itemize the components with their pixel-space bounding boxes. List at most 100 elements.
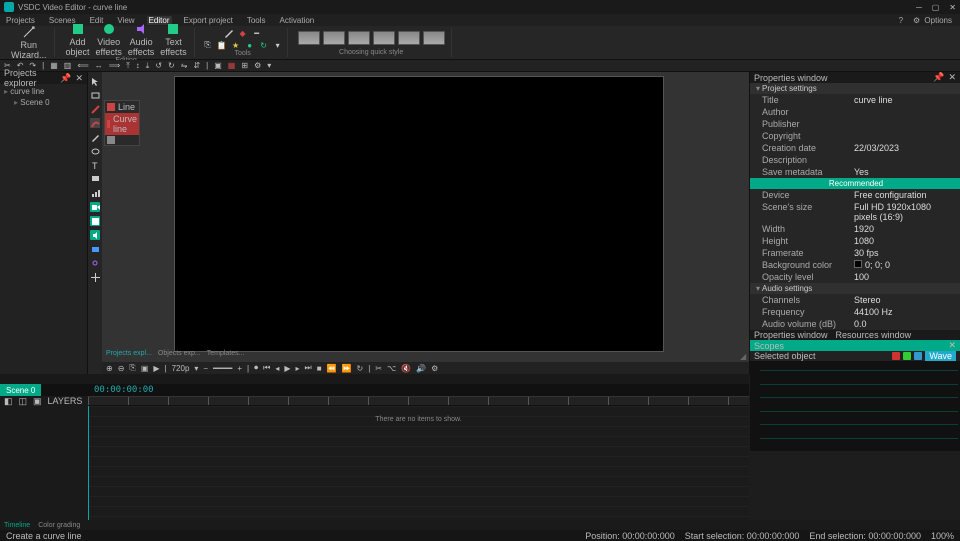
text-tool-icon[interactable]: T (90, 160, 100, 170)
tab-properties-window[interactable]: Properties window (754, 330, 828, 340)
tooltip-tool-icon[interactable] (90, 174, 100, 184)
rotate-right-icon[interactable]: ↻ (168, 61, 175, 70)
grid-icon[interactable]: ▦ (228, 61, 236, 70)
popup-curve-line[interactable]: Curve line (105, 113, 139, 135)
maximize-icon[interactable]: ▢ (932, 3, 940, 12)
tab-templates[interactable]: Templates... (207, 350, 245, 360)
property-row[interactable]: Height1080 (750, 235, 960, 247)
playhead-icon[interactable] (88, 406, 89, 520)
property-value[interactable]: 30 fps (854, 248, 879, 258)
options-button[interactable]: ⚙ Options (911, 16, 956, 25)
timeline-ruler[interactable] (88, 396, 749, 406)
pc-loop-icon[interactable]: ↻ (356, 364, 363, 373)
layer-vis-icon[interactable]: ◧ (4, 396, 13, 406)
pc-step-fwd-icon[interactable]: ▸ (295, 364, 299, 373)
pc-stop-icon[interactable]: ■ (317, 364, 322, 373)
pc-dup-icon[interactable]: ▣ (141, 364, 149, 373)
property-row[interactable]: Audio volume (dB)0.0 (750, 318, 960, 330)
scope-blue-icon[interactable] (914, 352, 922, 360)
spray-tool-icon[interactable] (90, 258, 100, 268)
video-effects-button[interactable]: Video effects (93, 22, 125, 57)
property-value[interactable]: curve line (854, 95, 893, 105)
scope-red-icon[interactable] (892, 352, 900, 360)
property-value[interactable]: 0.0 (854, 319, 867, 329)
pc-zoom-out-icon[interactable]: − (203, 364, 208, 373)
add-object-button[interactable]: Add object (63, 22, 93, 57)
property-row[interactable]: Titlecurve line (750, 94, 960, 106)
section-audio-settings[interactable]: Audio settings (750, 283, 960, 294)
property-row[interactable]: Publisher (750, 118, 960, 130)
pc-begin-icon[interactable]: ⏪ (327, 364, 337, 373)
layer-solo-icon[interactable]: ▣ (33, 396, 42, 406)
rotate-left-icon[interactable]: ↺ (155, 61, 162, 70)
pc-rec-icon[interactable]: ⏺ (254, 363, 258, 373)
menu-activation[interactable]: Activation (278, 16, 317, 25)
prop-close-icon[interactable]: ✕ (948, 72, 956, 83)
popup-polyline[interactable] (105, 135, 139, 145)
timeline-scene-tab[interactable]: Scene 0 (0, 384, 41, 396)
anchor-tool-icon[interactable] (90, 272, 100, 282)
status-zoom[interactable]: 100% (931, 531, 954, 541)
align-top-icon[interactable]: ⤒ (126, 61, 130, 71)
align-middle-icon[interactable]: ↕ (136, 61, 140, 70)
preview-canvas[interactable] (174, 76, 664, 352)
menu-projects[interactable]: Projects (4, 16, 37, 25)
pc-cut-icon[interactable]: ✂ (375, 364, 382, 373)
panel-close-icon[interactable]: ✕ (75, 73, 83, 84)
property-row[interactable]: Scene's sizeFull HD 1920x1080 pixels (16… (750, 201, 960, 223)
tree-scene[interactable]: Scene 0 (14, 97, 83, 108)
copy-icon[interactable]: ⎘ (203, 40, 213, 50)
fill-icon[interactable]: ◆ (238, 28, 248, 38)
property-value[interactable]: 44100 Hz (854, 307, 893, 317)
counter-tool-icon[interactable] (90, 244, 100, 254)
ellipse-tool-icon[interactable] (90, 146, 100, 156)
tab-timeline[interactable]: Timeline (4, 522, 30, 529)
style-thumb-2[interactable] (323, 31, 345, 45)
scopes-close-icon[interactable]: ✕ (948, 340, 956, 351)
pc-end-icon[interactable]: ⏩ (342, 364, 352, 373)
property-row[interactable]: Creation date22/03/2023 (750, 142, 960, 154)
property-value[interactable]: 1920 (854, 224, 874, 234)
property-row[interactable]: DeviceFree configuration (750, 189, 960, 201)
property-row[interactable]: Frequency44100 Hz (750, 306, 960, 318)
pc-zoom-in-icon[interactable]: + (237, 364, 242, 373)
property-row[interactable]: Save metadataYes (750, 166, 960, 178)
expand-icon[interactable]: ▾ (273, 40, 283, 50)
color-swatch-icon[interactable] (854, 260, 862, 268)
chart-tool-icon[interactable] (90, 188, 100, 198)
property-row[interactable]: Background color0; 0; 0 (750, 259, 960, 271)
pc-mute-icon[interactable]: 🔇 (401, 364, 411, 373)
close-icon[interactable]: ✕ (949, 3, 956, 12)
snap-icon[interactable]: ⊞ (241, 61, 248, 70)
text-effects-button[interactable]: Text effects (157, 22, 189, 57)
property-value[interactable]: 22/03/2023 (854, 143, 899, 153)
pc-res-label[interactable]: 720p (172, 364, 190, 373)
align-left-icon[interactable]: ⟸ (77, 61, 88, 70)
tab-objects-exp[interactable]: Objects exp... (158, 350, 201, 360)
property-row[interactable]: Width1920 (750, 223, 960, 235)
style-thumb-6[interactable] (423, 31, 445, 45)
popup-line[interactable]: Line (105, 101, 139, 113)
circle-icon[interactable]: ● (245, 40, 255, 50)
property-row[interactable]: ChannelsStereo (750, 294, 960, 306)
help-icon[interactable]: ? (897, 16, 905, 25)
line-style-icon[interactable]: ━ (252, 28, 262, 38)
dropdown-icon[interactable]: ▾ (267, 61, 271, 70)
pc-clone-icon[interactable]: ⎘ (129, 363, 135, 373)
settings-icon[interactable]: ⚙ (254, 61, 261, 70)
pc-next-frame-icon[interactable]: ⏭ (305, 363, 312, 373)
image-tool-icon[interactable] (90, 216, 100, 226)
cursor-tool-icon[interactable] (90, 76, 100, 86)
paste-icon[interactable]: 📋 (217, 40, 227, 50)
pc-vol-icon[interactable]: 🔊 (416, 364, 426, 373)
tab-color-grading[interactable]: Color grading (38, 522, 80, 529)
pc-play2-icon[interactable]: ▶ (284, 364, 290, 373)
menu-tools[interactable]: Tools (245, 16, 268, 25)
pc-play-icon[interactable]: ▶ (153, 364, 159, 373)
style-thumb-3[interactable] (348, 31, 370, 45)
pc-prev-frame-icon[interactable]: ⏮ (263, 363, 270, 373)
curve-tool-icon[interactable] (90, 118, 100, 128)
audio-tool-icon[interactable] (90, 230, 100, 240)
pc-split-icon[interactable]: ⌥ (387, 364, 396, 373)
timeline-tracks[interactable]: There are no items to show. (88, 406, 749, 520)
